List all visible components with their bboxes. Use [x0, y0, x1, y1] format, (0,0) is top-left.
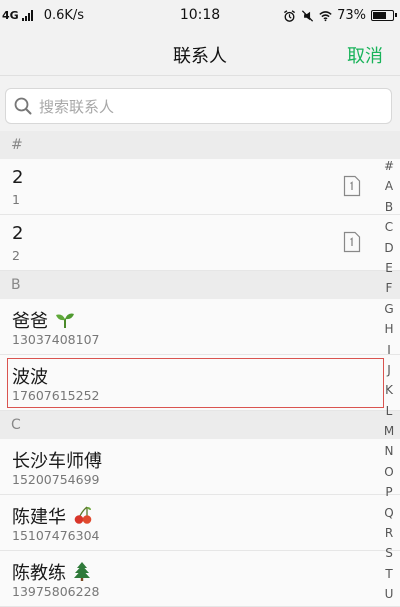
contact-number: 15200754699: [12, 472, 100, 487]
index-letter[interactable]: T: [381, 564, 397, 584]
contact-name-wrap: 陈建华: [12, 503, 93, 529]
index-letter[interactable]: K: [381, 380, 397, 400]
index-letter[interactable]: I: [381, 340, 397, 360]
contact-row-selected[interactable]: 波波 17607615252: [0, 355, 400, 411]
index-letter[interactable]: E: [381, 258, 397, 278]
cancel-button[interactable]: 取消: [347, 42, 383, 68]
contact-name: 爸爸: [12, 311, 48, 332]
contact-name: 2: [12, 223, 24, 244]
contact-name: 2: [12, 167, 24, 188]
index-letter[interactable]: S: [381, 543, 397, 563]
contact-row[interactable]: 2 1: [0, 159, 400, 215]
contact-row[interactable]: 长沙车师傅 15200754699: [0, 439, 400, 495]
contact-name: 陈建华: [12, 507, 66, 528]
sprout-icon: [55, 313, 74, 328]
alarm-icon: [284, 9, 296, 22]
contact-row[interactable]: 陈建华 15107476304: [0, 495, 400, 551]
index-letter[interactable]: H: [381, 319, 397, 339]
contact-number: 1: [12, 192, 20, 207]
contact-name-wrap: 陈教练: [12, 559, 91, 585]
contact-row[interactable]: 爸爸 13037408107: [0, 299, 400, 355]
status-right: 73%: [283, 8, 397, 23]
contact-number: 17607615252: [12, 388, 100, 403]
sim-card-icon: [343, 175, 361, 197]
contact-name: 陈教练: [12, 563, 66, 584]
index-letter[interactable]: O: [381, 462, 397, 482]
status-bar: 4G 0.6K/s 10:18 73%: [0, 0, 400, 32]
title-bar: 联系人 取消: [0, 32, 400, 76]
contact-number: 2: [12, 248, 20, 263]
sim-card-icon: [343, 231, 361, 253]
index-letter[interactable]: B: [381, 197, 397, 217]
index-letter[interactable]: M: [381, 421, 397, 441]
contact-number: 15107476304: [12, 528, 100, 543]
contact-name-wrap: 爸爸: [12, 307, 75, 333]
search-bar: [0, 76, 400, 131]
mute-icon: [301, 9, 314, 22]
index-letter[interactable]: U: [381, 584, 397, 604]
index-letter[interactable]: L: [381, 401, 397, 421]
battery-percent: 73%: [337, 8, 366, 23]
index-letter[interactable]: P: [381, 482, 397, 502]
index-letter[interactable]: A: [381, 176, 397, 196]
index-letter[interactable]: D: [381, 238, 397, 258]
index-letter[interactable]: #: [381, 156, 397, 176]
search-input[interactable]: [39, 95, 379, 119]
index-letter[interactable]: G: [381, 299, 397, 319]
section-header-b: B: [0, 271, 400, 299]
index-letter[interactable]: Q: [381, 503, 397, 523]
contact-number: 13975806228: [12, 584, 100, 599]
contact-name: 长沙车师傅: [12, 451, 102, 472]
contact-row[interactable]: 2 2: [0, 215, 400, 271]
contact-name: 波波: [12, 367, 48, 388]
section-header-hash: #: [0, 131, 400, 159]
index-letter[interactable]: R: [381, 523, 397, 543]
cherries-icon: [74, 506, 92, 524]
contact-row[interactable]: 陈教练 13975806228: [0, 551, 400, 607]
alphabet-index[interactable]: # A B C D E F G H I J K L M N O P Q R S T U: [381, 156, 397, 605]
battery-icon: [371, 10, 397, 21]
index-letter[interactable]: N: [381, 441, 397, 461]
index-letter[interactable]: J: [381, 360, 397, 380]
page-title: 联系人: [173, 46, 227, 67]
battery-fill: [373, 12, 387, 19]
section-header-c: C: [0, 411, 400, 439]
contact-list: # 2 1 2 2 B 爸爸 13037408107 波波 1760761525…: [0, 131, 400, 607]
search-box[interactable]: [5, 88, 392, 124]
evergreen-tree-icon: [73, 562, 90, 581]
index-letter[interactable]: C: [381, 217, 397, 237]
search-icon: [14, 97, 32, 115]
contact-number: 13037408107: [12, 332, 100, 347]
wifi-icon: [319, 10, 332, 21]
index-letter[interactable]: F: [381, 278, 397, 298]
